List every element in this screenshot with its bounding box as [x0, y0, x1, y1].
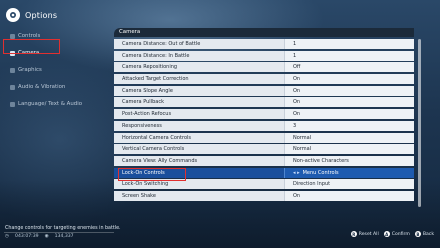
footer-divider — [4, 232, 114, 233]
setting-label: Camera Distance: Out of Battle — [114, 39, 284, 49]
setting-value[interactable]: Non-active Characters — [284, 155, 414, 166]
graphics-icon — [10, 67, 15, 73]
setting-value[interactable]: Direction Input — [284, 179, 414, 190]
audio-icon — [10, 84, 15, 90]
gil-amount: 134,337 — [54, 234, 74, 239]
button-prompts: R Reset All A Confirm B Back — [350, 231, 434, 237]
button-label: Back — [422, 231, 434, 237]
sidebar-item-camera[interactable]: Camera — [4, 45, 112, 61]
setting-row-horizontal-camera-controls[interactable]: Horizontal Camera Controls Normal — [114, 132, 414, 143]
setting-value-selector[interactable]: ◂ ▸ Menu Controls — [284, 167, 414, 178]
r-button-icon: R — [350, 231, 357, 237]
settings-list: Camera Distance: Out of Battle 1 Camera … — [114, 39, 414, 201]
setting-value[interactable]: Normal — [284, 144, 414, 155]
setting-row-camera-view-ally-commands[interactable]: Camera View: Ally Commands Non-active Ch… — [114, 155, 414, 166]
setting-row-lock-on-switching[interactable]: Lock-On Switching Direction Input — [114, 179, 414, 190]
setting-label: Camera View: Ally Commands — [114, 155, 284, 166]
setting-value[interactable]: Off — [284, 62, 414, 73]
camera-icon — [10, 50, 15, 56]
button-label: Confirm — [391, 231, 410, 237]
reset-all-button[interactable]: R Reset All — [350, 231, 379, 237]
setting-row-responsiveness[interactable]: Responsiveness 3 — [114, 120, 414, 131]
back-button[interactable]: B Back — [414, 231, 434, 237]
setting-label: Camera Pullback — [114, 97, 284, 108]
setting-row-camera-pullback[interactable]: Camera Pullback On — [114, 97, 414, 108]
setting-row-camera-distance-in[interactable]: Camera Distance: In Battle 1 — [114, 50, 414, 61]
setting-description: Change controls for targeting enemies in… — [5, 226, 121, 231]
setting-label: Lock-On Switching — [114, 179, 284, 190]
page-header: Options — [6, 7, 57, 23]
scrollbar[interactable] — [418, 39, 421, 207]
sidebar-item-controls[interactable]: Controls — [4, 28, 112, 44]
panel-title: Camera — [114, 28, 414, 37]
play-time: 043:07:39 — [15, 234, 39, 239]
sidebar-item-audio[interactable]: Audio & Vibration — [4, 79, 112, 95]
setting-row-screen-shake[interactable]: Screen Shake On — [114, 190, 414, 201]
sidebar: Controls Camera Graphics Audio & Vibrati… — [4, 28, 112, 113]
setting-value[interactable]: On — [284, 109, 414, 120]
setting-label: Camera Repositioning — [114, 62, 284, 73]
gear-icon — [6, 8, 20, 22]
page-title: Options — [25, 10, 58, 20]
button-label: Reset All — [358, 231, 379, 237]
setting-value[interactable]: On — [284, 74, 414, 85]
settings-panel: Camera Camera Distance: Out of Battle 1 … — [114, 28, 414, 203]
b-button-icon: B — [414, 231, 421, 237]
sidebar-item-label: Audio & Vibration — [18, 84, 66, 90]
setting-value[interactable]: 3 — [284, 120, 414, 131]
setting-value[interactable]: Normal — [284, 132, 414, 143]
setting-label: Horizontal Camera Controls — [114, 132, 284, 143]
confirm-button[interactable]: A Confirm — [383, 231, 410, 237]
setting-label: Attacked Target Correction — [114, 74, 284, 85]
setting-row-camera-repositioning[interactable]: Camera Repositioning Off — [114, 62, 414, 73]
setting-value: Menu Controls — [302, 169, 339, 176]
setting-row-camera-slope-angle[interactable]: Camera Slope Angle On — [114, 85, 414, 96]
setting-label: Vertical Camera Controls — [114, 144, 284, 155]
setting-row-lock-on-controls[interactable]: Lock-On Controls ◂ ▸ Menu Controls — [114, 167, 414, 178]
setting-value[interactable]: On — [284, 190, 414, 201]
footer-stats: ◷ 043:07:39 ◉ 134,337 — [5, 234, 74, 239]
clock-icon: ◷ — [5, 234, 10, 239]
setting-label: Screen Shake — [114, 190, 284, 201]
setting-label: Post-Action Refocus — [114, 109, 284, 120]
setting-label: Responsiveness — [114, 120, 284, 131]
a-button-icon: A — [383, 231, 390, 237]
setting-label: Camera Slope Angle — [114, 85, 284, 96]
setting-row-post-action-refocus[interactable]: Post-Action Refocus On — [114, 109, 414, 120]
sidebar-item-label: Graphics — [18, 67, 42, 73]
setting-row-camera-distance-out[interactable]: Camera Distance: Out of Battle 1 — [114, 39, 414, 49]
sidebar-item-graphics[interactable]: Graphics — [4, 62, 112, 78]
gil-icon: ◉ — [44, 234, 49, 239]
language-icon — [10, 101, 15, 107]
setting-label: Lock-On Controls — [114, 167, 284, 178]
setting-row-attacked-target-correction[interactable]: Attacked Target Correction On — [114, 74, 414, 85]
scrollbar-thumb[interactable] — [418, 39, 421, 207]
sidebar-item-label: Language/ Text & Audio — [18, 101, 82, 107]
controls-icon — [10, 33, 15, 39]
setting-label: Camera Distance: In Battle — [114, 50, 284, 61]
setting-value[interactable]: On — [284, 85, 414, 96]
setting-value[interactable]: On — [284, 97, 414, 108]
setting-row-vertical-camera-controls[interactable]: Vertical Camera Controls Normal — [114, 144, 414, 155]
setting-value[interactable]: 1 — [284, 39, 414, 49]
sidebar-item-label: Controls — [18, 33, 41, 39]
setting-value[interactable]: 1 — [284, 50, 414, 61]
sidebar-item-language[interactable]: Language/ Text & Audio — [4, 96, 112, 112]
left-right-arrows-icon[interactable]: ◂ ▸ — [293, 168, 300, 178]
sidebar-item-label: Camera — [18, 50, 40, 56]
